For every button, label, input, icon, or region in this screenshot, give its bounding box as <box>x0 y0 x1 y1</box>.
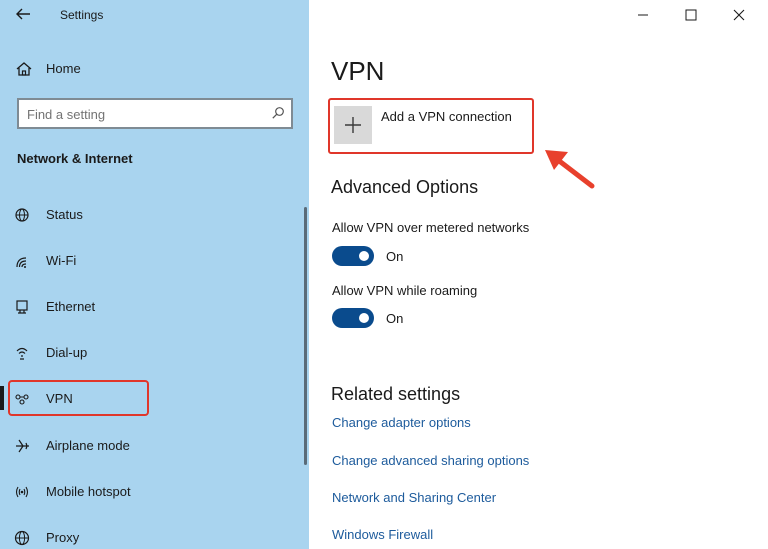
window-controls <box>628 0 768 30</box>
link-network-sharing-center[interactable]: Network and Sharing Center <box>332 490 496 505</box>
related-settings-heading: Related settings <box>331 384 461 404</box>
minimize-icon[interactable] <box>632 4 654 26</box>
link-change-adapter-options[interactable]: Change adapter options <box>332 415 471 430</box>
globe-icon <box>14 530 34 546</box>
sidebar-item-label: Mobile hotspot <box>46 484 131 499</box>
sidebar-item-label: Dial-up <box>46 345 88 360</box>
home-icon <box>14 61 34 77</box>
sidebar-item-home[interactable]: Home <box>0 56 309 82</box>
option-label-metered: Allow VPN over metered networks <box>332 220 530 235</box>
sidebar-item-dialup[interactable]: Dial-up <box>0 339 309 367</box>
sidebar-item-proxy[interactable]: Proxy <box>0 524 309 549</box>
link-windows-firewall[interactable]: Windows Firewall <box>332 527 433 542</box>
titlebar-left: Settings <box>0 0 309 30</box>
sidebar-scrollbar[interactable] <box>304 207 307 465</box>
close-icon[interactable] <box>728 4 750 26</box>
plus-icon <box>334 106 372 144</box>
sidebar-item-airplane-mode[interactable]: Airplane mode <box>0 432 309 460</box>
toggle-state-metered: On <box>386 249 404 264</box>
add-vpn-connection-button[interactable]: Add a VPN connection <box>328 98 534 154</box>
hotspot-icon <box>14 484 34 500</box>
sidebar-item-label: Status <box>46 207 83 222</box>
sidebar-item-label: Ethernet <box>46 299 96 314</box>
vpn-highlight-annotation <box>8 380 149 416</box>
search-icon[interactable] <box>271 106 285 120</box>
advanced-options-heading: Advanced Options <box>331 177 479 197</box>
toggle-roaming[interactable] <box>332 308 374 328</box>
airplane-icon <box>14 438 34 454</box>
toggle-knob <box>359 251 369 261</box>
back-arrow-icon[interactable] <box>12 4 34 24</box>
home-label: Home <box>46 61 81 76</box>
maximize-icon[interactable] <box>680 4 702 26</box>
sidebar-item-mobile-hotspot[interactable]: Mobile hotspot <box>0 478 309 506</box>
search-box[interactable] <box>17 98 293 129</box>
wifi-icon <box>14 253 34 269</box>
sidebar-item-ethernet[interactable]: Ethernet <box>0 293 309 321</box>
arrow-annotation-icon <box>542 146 598 192</box>
page-title: VPN <box>331 56 385 86</box>
sidebar-item-wifi[interactable]: Wi-Fi <box>0 247 309 275</box>
globe-status-icon <box>14 207 34 223</box>
toggle-state-roaming: On <box>386 311 404 326</box>
search-input[interactable] <box>27 105 257 123</box>
section-heading: Network & Internet <box>17 151 133 166</box>
add-vpn-label: Add a VPN connection <box>381 109 512 124</box>
sidebar-item-label: Airplane mode <box>46 438 130 453</box>
toggle-knob <box>359 313 369 323</box>
sidebar-item-label: Wi-Fi <box>46 253 77 268</box>
option-label-roaming: Allow VPN while roaming <box>332 283 478 298</box>
sidebar: Settings Home Network & Internet Status … <box>0 0 309 549</box>
window-title: Settings <box>60 8 104 22</box>
sidebar-item-label: Proxy <box>46 530 80 545</box>
main-content: VPN Add a VPN connection Advanced Option… <box>309 0 768 549</box>
link-change-advanced-sharing-options[interactable]: Change advanced sharing options <box>332 453 529 468</box>
ethernet-icon <box>14 299 34 315</box>
sidebar-item-status[interactable]: Status <box>0 201 309 229</box>
dialup-icon <box>14 345 34 361</box>
toggle-metered[interactable] <box>332 246 374 266</box>
